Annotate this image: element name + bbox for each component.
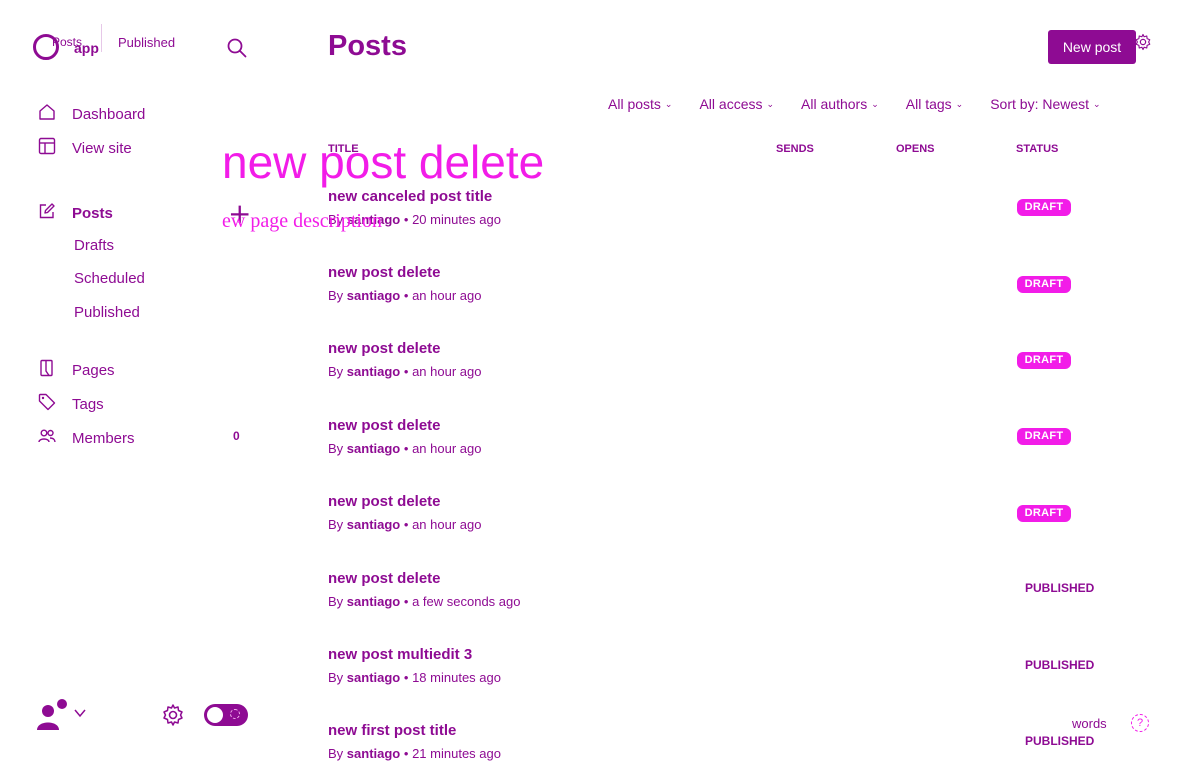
sidebar-item-dashboard[interactable]: Dashboard — [38, 103, 145, 125]
status-badge: DRAFT — [1017, 428, 1071, 445]
post-author: santiago — [346, 288, 401, 303]
user-avatar-icon[interactable] — [36, 698, 70, 737]
status-badge: DRAFT — [1017, 276, 1071, 293]
chevron-down-icon: ⌄ — [871, 98, 879, 109]
post-title[interactable]: new post delete — [328, 493, 481, 511]
post-meta: By santiago • an hour ago — [328, 288, 482, 303]
sidebar-subitem-scheduled[interactable]: Scheduled — [74, 270, 145, 287]
status-label: PUBLISHED — [1025, 734, 1095, 748]
app-name: app — [74, 40, 99, 56]
table-row[interactable]: new post delete By santiago • a few seco… — [328, 570, 520, 610]
sidebar-item-label: View site — [72, 139, 132, 157]
overlay-description-preview: ew page description — [222, 210, 382, 232]
chevron-down-icon: ⌄ — [1093, 98, 1101, 109]
chevron-down-icon: ⌄ — [766, 98, 775, 109]
status-badge: DRAFT — [1017, 199, 1071, 216]
post-time: an hour ago — [412, 288, 482, 303]
sidebar-item-posts[interactable]: Posts — [38, 202, 113, 224]
table-row[interactable]: new post delete By santiago • an hour ag… — [328, 340, 481, 380]
post-author: santiago — [346, 364, 401, 379]
table-row[interactable]: new post multiedit 3 By santiago • 18 mi… — [328, 646, 501, 686]
post-time: an hour ago — [412, 441, 482, 456]
sidebar-item-label: Pages — [72, 361, 115, 379]
post-time: a few seconds ago — [412, 594, 521, 609]
filter-all-tags[interactable]: All tags ⌄ — [906, 96, 963, 112]
chevron-down-icon: ⌄ — [955, 98, 964, 109]
theme-toggle[interactable] — [204, 704, 248, 726]
post-title[interactable]: new post multiedit 3 — [328, 646, 501, 664]
sun-icon — [230, 709, 240, 719]
post-meta: By santiago • 21 minutes ago — [328, 746, 501, 761]
post-time: an hour ago — [412, 517, 482, 532]
sidebar-item-label: Dashboard — [72, 105, 146, 123]
sidebar-item-tags[interactable]: Tags — [38, 393, 104, 415]
members-count-badge: 0 — [233, 429, 240, 443]
post-author: santiago — [346, 746, 401, 761]
filter-all-access[interactable]: All access ⌄ — [699, 96, 774, 112]
post-author: santiago — [346, 517, 401, 532]
settings-icon[interactable] — [1134, 33, 1152, 56]
filter-sort[interactable]: Sort by: Newest ⌄ — [990, 96, 1100, 112]
post-meta: By santiago • an hour ago — [328, 364, 482, 379]
post-title[interactable]: new canceled post title — [328, 188, 501, 206]
column-header-opens[interactable]: OPENS — [896, 143, 935, 155]
status-label: PUBLISHED — [1025, 581, 1095, 595]
post-time: 18 minutes ago — [412, 670, 501, 685]
post-meta: By santiago • an hour ago — [328, 441, 482, 456]
tag-icon — [38, 393, 56, 415]
post-author: santiago — [346, 441, 401, 456]
table-row[interactable]: new first post title By santiago • 21 mi… — [328, 722, 501, 762]
search-icon[interactable] — [227, 38, 247, 63]
post-title[interactable]: new post delete — [328, 340, 481, 358]
post-title[interactable]: new post delete — [328, 417, 481, 435]
sidebar-subitem-drafts[interactable]: Drafts — [74, 237, 114, 254]
sidebar-item-members[interactable]: Members — [38, 427, 135, 449]
sidebar-subitem-published[interactable]: Published — [74, 304, 140, 321]
column-header-sends[interactable]: SENDS — [776, 143, 814, 155]
table-row[interactable]: new post delete By santiago • an hour ag… — [328, 417, 481, 457]
filter-bar: All posts ⌄ All access ⌄ All authors ⌄ All … — [608, 96, 1128, 112]
post-author: santiago — [346, 594, 401, 609]
sidebar-item-label: Posts — [72, 204, 113, 222]
new-post-button[interactable]: New post — [1048, 30, 1136, 64]
post-time: 21 minutes ago — [412, 746, 501, 761]
help-icon[interactable]: ? — [1131, 714, 1149, 732]
sidebar-item-view-site[interactable]: View site — [38, 137, 132, 159]
post-meta: By santiago • an hour ago — [328, 517, 482, 532]
word-count-label: words — [1072, 716, 1107, 731]
post-title[interactable]: new post delete — [328, 264, 481, 282]
members-icon — [38, 427, 56, 449]
chevron-down-icon: ⌄ — [664, 98, 673, 109]
status-label: PUBLISHED — [1025, 658, 1095, 672]
post-title[interactable]: new post delete — [328, 570, 520, 588]
post-time: an hour ago — [412, 364, 482, 379]
sidebar-item-label: Tags — [72, 395, 104, 413]
status-badge: DRAFT — [1017, 505, 1071, 522]
table-row[interactable]: new post delete By santiago • an hour ag… — [328, 264, 481, 304]
filter-all-posts[interactable]: All posts ⌄ — [608, 96, 672, 112]
post-meta: By santiago • 18 minutes ago — [328, 670, 501, 685]
column-header-status[interactable]: STATUS — [1016, 143, 1058, 155]
edit-icon — [38, 202, 56, 224]
sidebar-item-pages[interactable]: Pages — [38, 359, 115, 381]
sidebar-item-label: Members — [72, 429, 135, 447]
chevron-down-icon[interactable] — [73, 706, 87, 725]
header-divider — [101, 24, 102, 52]
post-author: santiago — [346, 670, 401, 685]
table-row[interactable]: new post delete By santiago • an hour ag… — [328, 493, 481, 533]
home-icon — [38, 103, 56, 125]
overlay-title-preview: new post delete — [222, 136, 545, 188]
post-title[interactable]: new first post title — [328, 722, 501, 740]
post-meta: By santiago • a few seconds ago — [328, 594, 521, 609]
page-title: Posts — [328, 30, 407, 62]
status-badge: DRAFT — [1017, 352, 1071, 369]
gear-icon[interactable] — [161, 703, 185, 732]
page-icon — [38, 359, 56, 381]
toggle-knob — [207, 707, 223, 723]
post-time: 20 minutes ago — [412, 212, 501, 227]
breadcrumb-published[interactable]: Published — [118, 35, 175, 50]
filter-all-authors[interactable]: All authors ⌄ — [801, 96, 879, 112]
layout-icon — [38, 137, 56, 159]
